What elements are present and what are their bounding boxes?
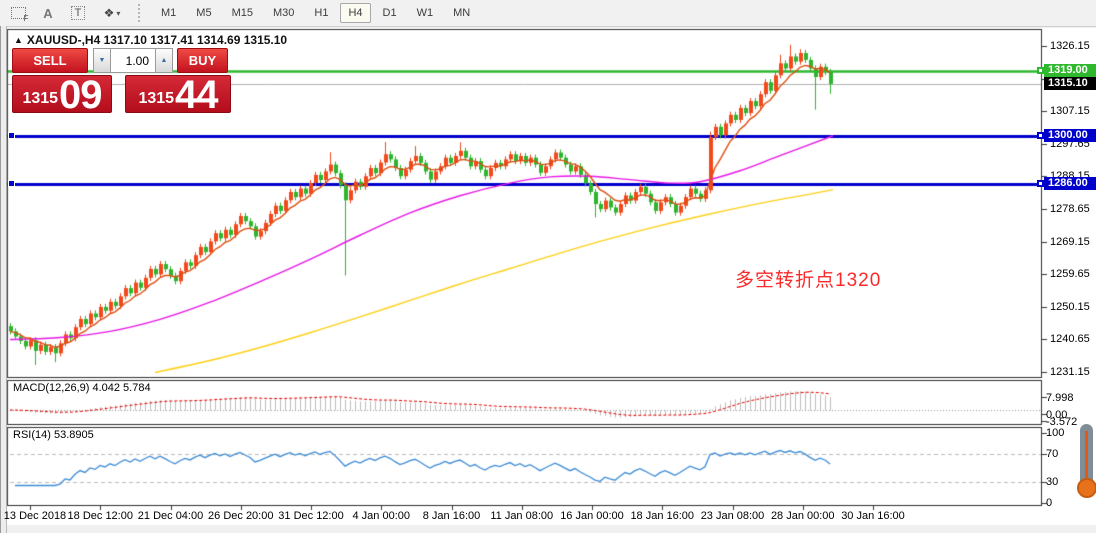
rsi-axis-label: 0 bbox=[1046, 497, 1053, 509]
time-axis-label: 18 Dec 12:00 bbox=[67, 510, 133, 522]
thermometer-mercury bbox=[1085, 431, 1088, 481]
sell-price-pips: 09 bbox=[59, 75, 102, 113]
chart-annotation: 多空转折点1320 bbox=[735, 270, 882, 291]
level-anchor-left bbox=[8, 180, 15, 188]
one-click-trading-panel: SELL ▼ ▲ BUY 1315 09 1315 44 bbox=[12, 48, 231, 113]
price-axis-label: 1278.65 bbox=[1050, 203, 1090, 215]
price-level-badge: 1319.00 bbox=[1044, 64, 1096, 78]
volume-decrease-button[interactable]: ▼ bbox=[93, 48, 111, 73]
chart-title: ▲ XAUUSD-,H4 1317.10 1317.41 1314.69 1315… bbox=[14, 33, 287, 47]
price-axis-label: 1307.15 bbox=[1050, 105, 1090, 118]
macd-indicator-label: MACD(12,26,9) 4.042 5.784 bbox=[13, 382, 151, 394]
sell-price-main: 1315 bbox=[22, 90, 59, 107]
time-axis-label: 28 Jan 00:00 bbox=[770, 510, 835, 522]
time-axis-label: 13 Dec 2018 bbox=[3, 510, 67, 522]
current-price-badge: 1315.10 bbox=[1044, 77, 1096, 91]
price-axis-label: 1231.15 bbox=[1050, 366, 1090, 378]
chart-title-text: XAUUSD-,H4 1317.10 1317.41 1314.69 1315.… bbox=[26, 33, 288, 47]
sell-price-display[interactable]: 1315 09 bbox=[12, 75, 112, 113]
level-anchor-right bbox=[1037, 180, 1044, 188]
rsi-indicator-label: RSI(14) 53.8905 bbox=[13, 429, 94, 441]
time-axis-label: 26 Dec 20:00 bbox=[208, 510, 274, 522]
macd-axis-label: 7.998 bbox=[1046, 392, 1074, 404]
time-axis-label: 21 Dec 04:00 bbox=[137, 510, 204, 522]
level-anchor-right bbox=[1037, 132, 1044, 140]
level-anchor-left bbox=[8, 132, 15, 140]
time-axis-label: 11 Jan 08:00 bbox=[490, 510, 554, 522]
rsi-axis-label: 70 bbox=[1046, 448, 1059, 460]
time-axis-label: 30 Jan 16:00 bbox=[841, 510, 905, 522]
sell-button[interactable]: SELL bbox=[12, 48, 88, 73]
time-axis-label: 18 Jan 16:00 bbox=[630, 510, 695, 522]
price-axis-label: 1259.65 bbox=[1050, 268, 1090, 281]
volume-input[interactable] bbox=[111, 48, 155, 73]
buy-button[interactable]: BUY bbox=[177, 48, 228, 73]
price-axis-label: 1250.15 bbox=[1050, 300, 1090, 313]
rsi-axis-label: 30 bbox=[1046, 476, 1059, 488]
caret-down-icon: ▼ bbox=[98, 57, 106, 64]
price-axis-label: 1240.65 bbox=[1050, 333, 1090, 346]
time-axis-label: 31 Dec 12:00 bbox=[278, 510, 344, 522]
level-anchor-right bbox=[1037, 67, 1044, 75]
buy-price-display[interactable]: 1315 44 bbox=[125, 75, 231, 113]
mt4-window: F A T ❖ ▾ M1M5M15M30H1H4D1W1MN ▲XAUUSD-,… bbox=[0, 0, 1096, 533]
price-level-badge: 1286.00 bbox=[1044, 177, 1096, 191]
caret-up-icon: ▲ bbox=[160, 57, 168, 64]
volume-stepper: ▼ ▲ bbox=[93, 48, 173, 73]
buy-price-pips: 44 bbox=[175, 75, 218, 113]
time-axis-label: 4 Jan 00:00 bbox=[352, 510, 411, 522]
price-level-badge: 1300.00 bbox=[1044, 129, 1096, 143]
rsi-axis-label: 100 bbox=[1046, 427, 1065, 439]
volume-increase-button[interactable]: ▲ bbox=[155, 48, 173, 73]
symbol-triangle-icon: ▲ bbox=[14, 35, 23, 45]
time-axis-label: 8 Jan 16:00 bbox=[422, 510, 481, 522]
price-axis-label: 1326.15 bbox=[1050, 40, 1090, 52]
time-axis-label: 23 Jan 08:00 bbox=[700, 510, 765, 522]
thermometer-bulb bbox=[1077, 478, 1096, 498]
price-axis-label: 1269.15 bbox=[1050, 235, 1090, 248]
thermometer-icon bbox=[1077, 424, 1096, 504]
buy-price-main: 1315 bbox=[138, 90, 175, 107]
time-axis-label: 16 Jan 00:00 bbox=[560, 510, 624, 522]
